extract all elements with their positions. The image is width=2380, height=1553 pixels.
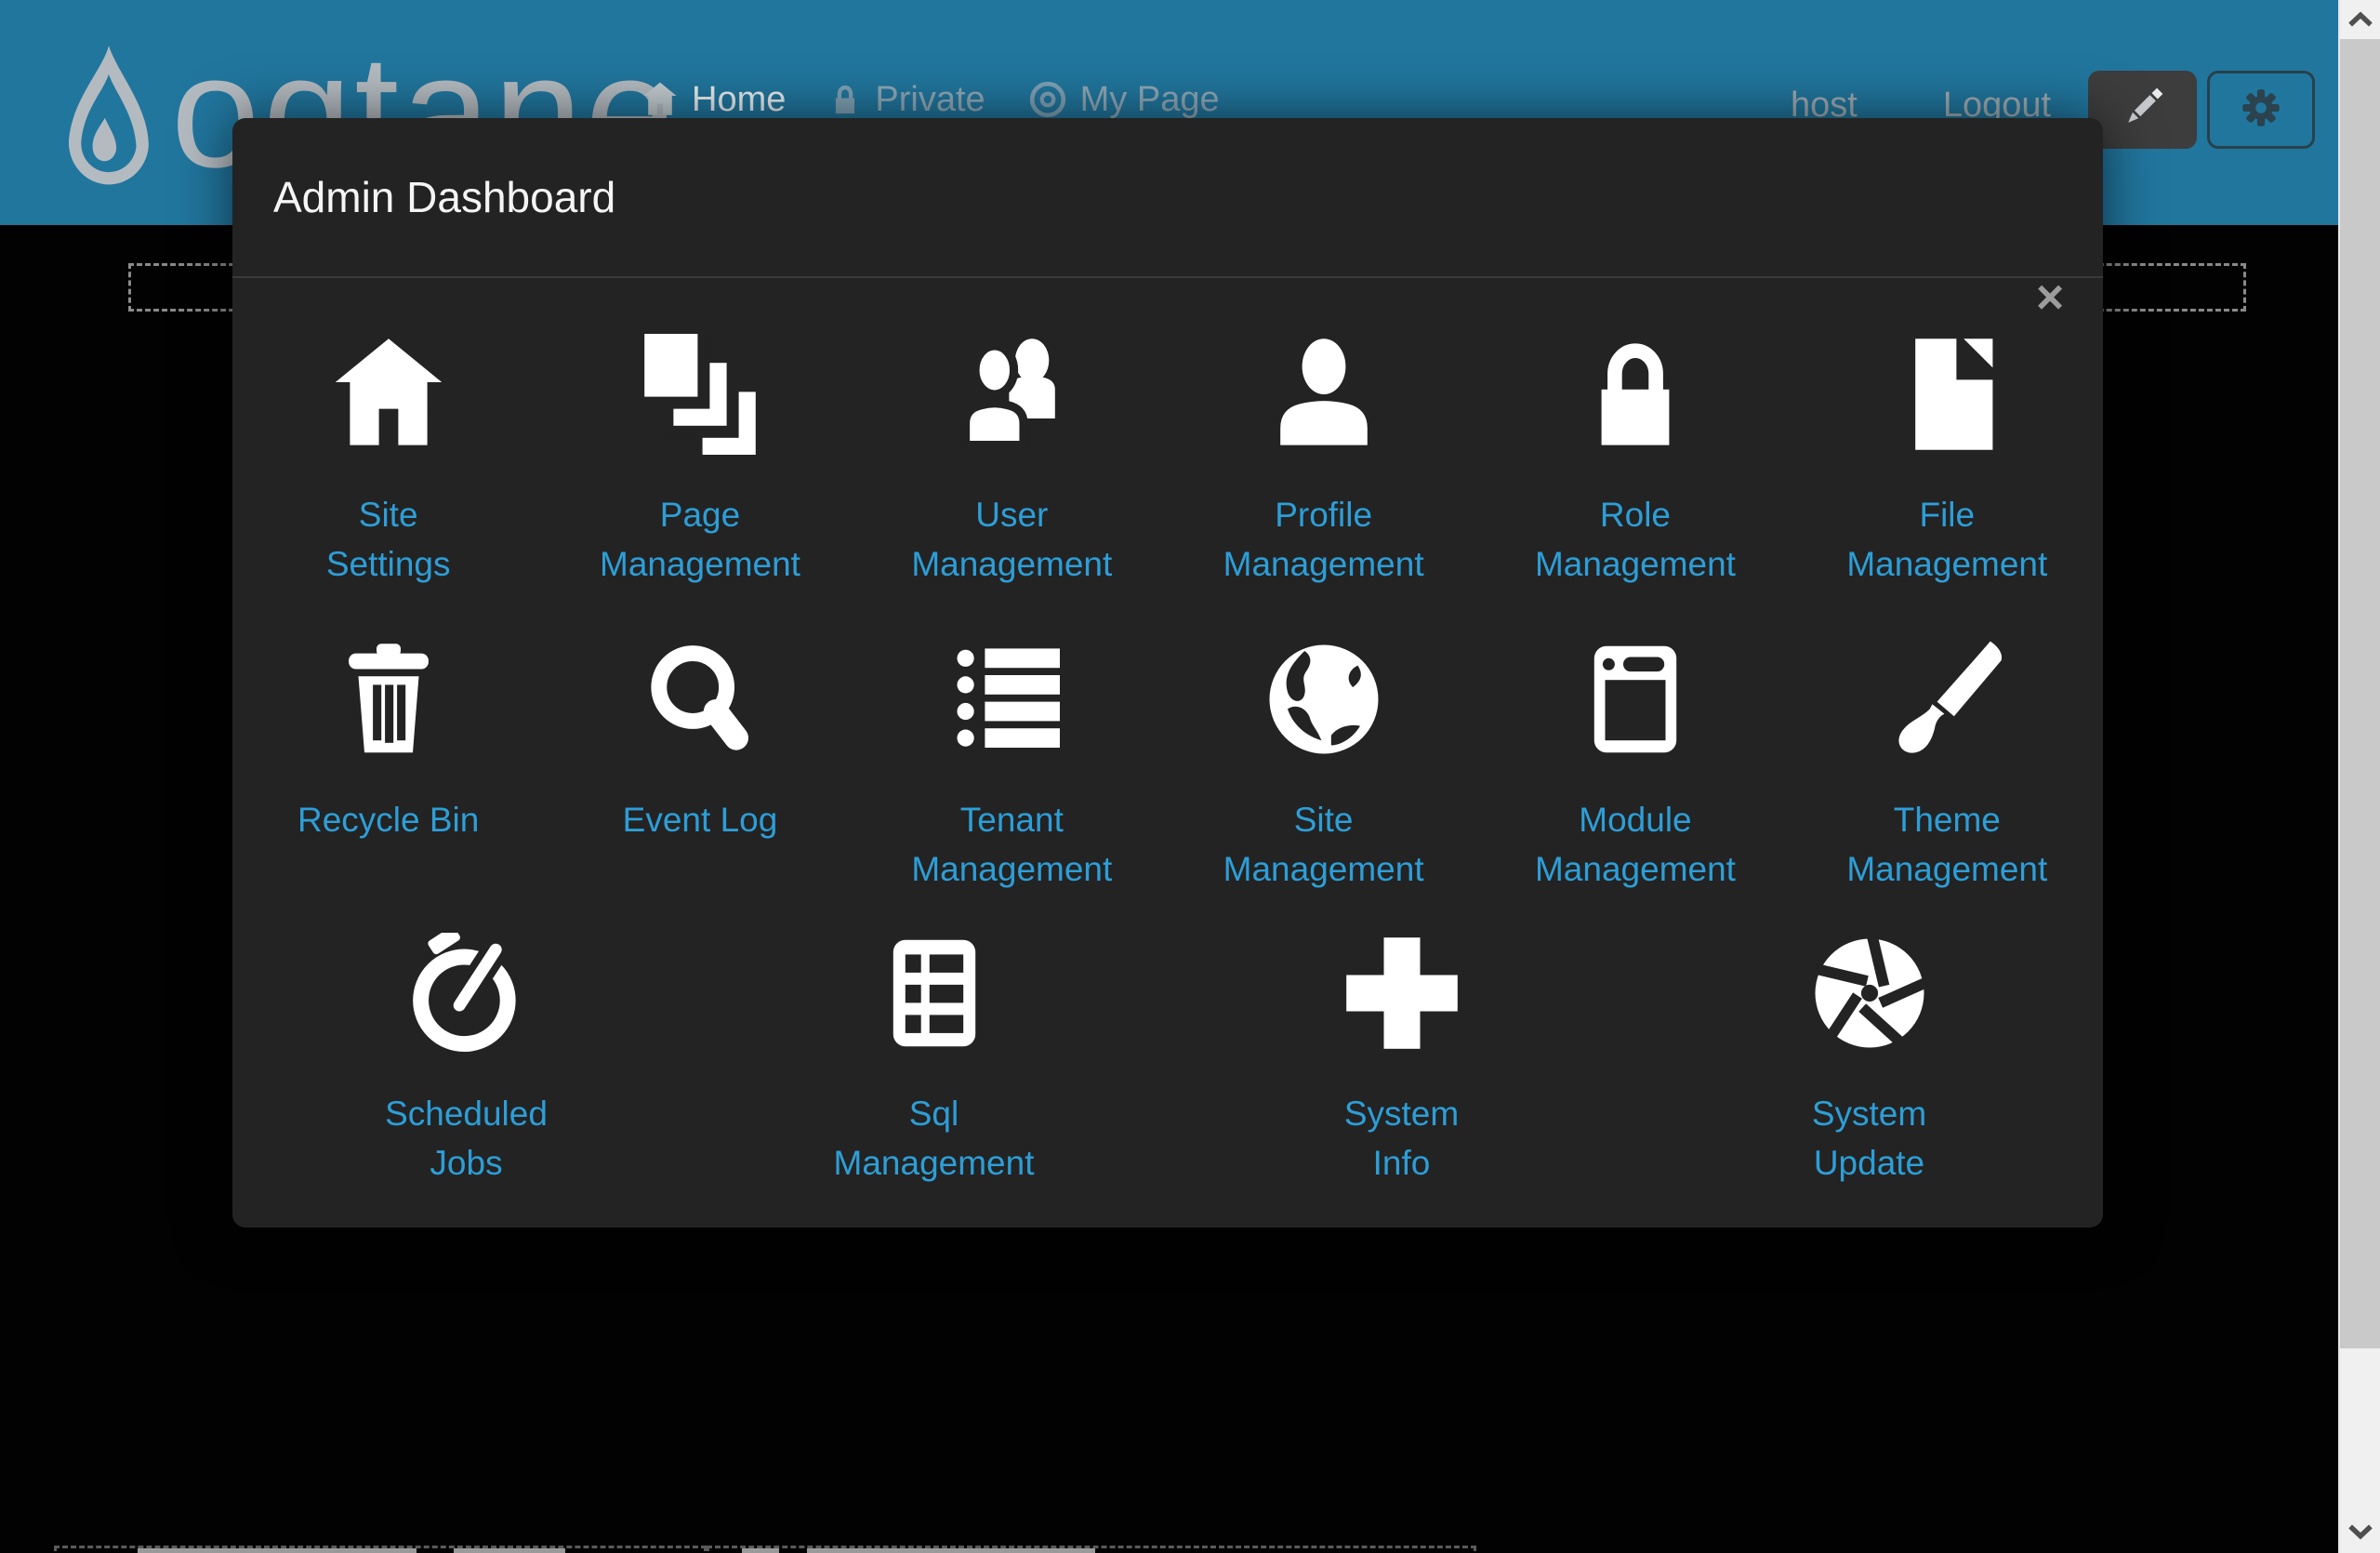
tile-site-management[interactable]: SiteManagement [1168, 635, 1479, 894]
tile-grid-row-2: Recycle Bin Event Log TenantManagement Site… [232, 635, 2103, 894]
tile-label: ProfileManagement [1223, 490, 1424, 589]
vertical-scrollbar [2338, 0, 2380, 1553]
magnifier-icon [640, 635, 760, 763]
tile-module-management[interactable]: ModuleManagement [1479, 635, 1791, 894]
browser-icon [1575, 635, 1696, 763]
tile-scheduled-jobs[interactable]: ScheduledJobs [232, 929, 700, 1188]
nav-item-label: Home [692, 80, 786, 120]
tile-label: RoleManagement [1535, 490, 1736, 589]
nav-item-home[interactable]: Home [641, 80, 786, 120]
tile-file-management[interactable]: FileManagement [1792, 330, 2103, 589]
tile-grid-row-1: SiteSettings PageManagement UserManagement… [232, 330, 2103, 589]
close-icon[interactable]: × [2017, 265, 2082, 330]
tile-sql-management[interactable]: SqlManagement [700, 929, 1168, 1188]
target-icon [1028, 80, 1067, 119]
nav-item-my-page[interactable]: My Page [1028, 80, 1220, 120]
tile-recycle-bin[interactable]: Recycle Bin [232, 635, 544, 894]
person-icon [1263, 330, 1384, 458]
layers-icon [640, 330, 760, 458]
timer-icon [406, 929, 527, 1057]
list-icon [951, 635, 1072, 763]
home-icon [328, 330, 449, 458]
lock-icon [1575, 330, 1696, 458]
aperture-icon [1809, 929, 1930, 1057]
modal-header: Admin Dashboard [232, 118, 2103, 278]
tile-grid-row-3: ScheduledJobs SqlManagement SystemInfo Syst… [232, 929, 2103, 1188]
file-icon [1886, 330, 2007, 458]
tile-role-management[interactable]: RoleManagement [1479, 330, 1791, 589]
tile-label: FileManagement [1846, 490, 2047, 589]
people-icon [951, 330, 1072, 458]
trash-icon [328, 635, 449, 763]
nav-item-label: Private [875, 80, 985, 120]
pencil-icon [2117, 82, 2169, 139]
nav-item-private[interactable]: Private [828, 80, 985, 120]
edit-mode-button[interactable] [2088, 71, 2197, 149]
spreadsheet-icon [874, 929, 995, 1057]
tile-label: ModuleManagement [1535, 795, 1736, 894]
tile-label: Event Log [623, 795, 778, 844]
admin-dashboard-modal: Admin Dashboard × SiteSettings PageManage… [232, 118, 2103, 1228]
modal-title: Admin Dashboard [273, 172, 615, 222]
scrollbar-thumb[interactable] [2340, 39, 2380, 1348]
modal-body: SiteSettings PageManagement UserManagement… [232, 330, 2103, 1188]
oqtane-drop-logo-icon [61, 45, 156, 215]
tile-label: ScheduledJobs [385, 1089, 548, 1188]
brush-icon [1886, 635, 2007, 763]
tile-label: PageManagement [600, 490, 800, 589]
home-icon [641, 81, 679, 118]
scroll-down-button[interactable] [2340, 1512, 2380, 1551]
tile-label: SiteSettings [326, 490, 451, 589]
tile-label: SystemInfo [1344, 1089, 1459, 1188]
plus-icon [1342, 929, 1462, 1057]
tile-profile-management[interactable]: ProfileManagement [1168, 330, 1479, 589]
tile-label: ThemeManagement [1846, 795, 2047, 894]
tile-label: TenantManagement [911, 795, 1112, 894]
gear-icon [2234, 81, 2288, 139]
scroll-up-button[interactable] [2340, 0, 2380, 39]
tile-user-management[interactable]: UserManagement [856, 330, 1168, 589]
tile-site-settings[interactable]: SiteSettings [232, 330, 544, 589]
tile-page-management[interactable]: PageManagement [544, 330, 855, 589]
lock-icon [828, 83, 862, 116]
tile-theme-management[interactable]: ThemeManagement [1792, 635, 2103, 894]
tile-system-info[interactable]: SystemInfo [1168, 929, 1635, 1188]
tile-label: UserManagement [911, 490, 1112, 589]
tile-tenant-management[interactable]: TenantManagement [856, 635, 1168, 894]
tile-event-log[interactable]: Event Log [544, 635, 855, 894]
page-settings-button[interactable] [2207, 71, 2315, 149]
tile-label: SqlManagement [834, 1089, 1035, 1188]
tile-system-update[interactable]: SystemUpdate [1635, 929, 2103, 1188]
nav-item-label: My Page [1080, 80, 1220, 120]
tile-label: SystemUpdate [1812, 1089, 1926, 1188]
tile-label: SiteManagement [1223, 795, 1424, 894]
tile-label: Recycle Bin [298, 795, 479, 844]
globe-icon [1263, 635, 1384, 763]
clipped-bottom-content [54, 1543, 1476, 1553]
